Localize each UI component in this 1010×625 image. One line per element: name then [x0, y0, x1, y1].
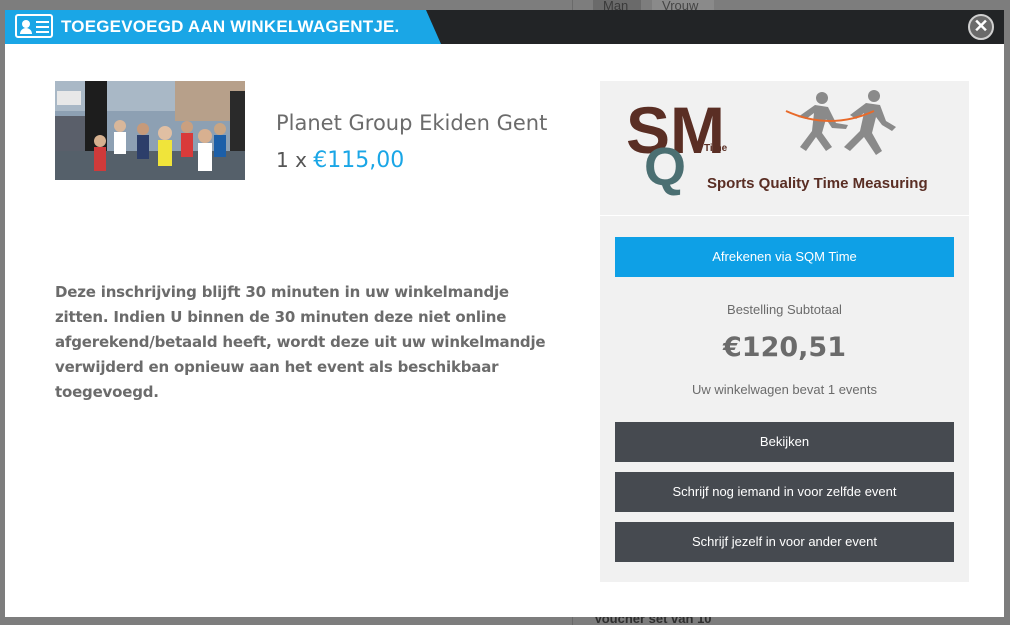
subtotal-label: Bestelling Subtotaal [727, 302, 842, 317]
checkout-button[interactable]: Afrekenen via SQM Time [615, 237, 954, 277]
register-same-event-button[interactable]: Schrijf nog iemand in voor zelfde event [615, 472, 954, 512]
event-price: €115,00 [313, 148, 405, 173]
event-image [55, 81, 245, 180]
close-button[interactable]: ✕ [968, 14, 994, 40]
event-name: Planet Group Ekiden Gent [276, 111, 548, 135]
view-cart-button[interactable]: Bekijken [615, 422, 954, 462]
runners-photo-icon [55, 81, 245, 180]
logo-letter-q: Q [644, 137, 686, 197]
register-other-event-button[interactable]: Schrijf jezelf in voor ander event [615, 522, 954, 562]
cart-added-modal: TOEGEVOEGD AAN WINKELWAGENTJE. ✕ Planet … [5, 10, 1004, 617]
logo-time-small: Time [704, 143, 728, 154]
reservation-notice: Deze inschrijving blijft 30 minuten in u… [55, 283, 546, 401]
event-quantity: 1 x [276, 148, 307, 172]
checkout-panel: S M Q Time Sports Quality Time Measuring… [600, 81, 969, 582]
sqm-logo-icon: S M Q Time Sports Quality Time Measuring [626, 90, 928, 197]
id-card-icon [15, 14, 53, 38]
sqm-logo: S M Q Time Sports Quality Time Measuring [600, 81, 969, 216]
runners-silhouette-icon [798, 90, 896, 155]
background-divider [572, 0, 573, 10]
modal-title-banner: TOEGEVOEGD AAN WINKELWAGENTJE. [5, 10, 441, 44]
cart-count: Uw winkelwagen bevat 1 events [692, 382, 877, 397]
subtotal-value: €120,51 [723, 332, 846, 363]
modal-header: TOEGEVOEGD AAN WINKELWAGENTJE. ✕ [5, 10, 1004, 44]
event-price-row: 1 x €115,00 [276, 148, 404, 173]
logo-tagline: Sports Quality Time Measuring [707, 175, 928, 192]
modal-title: TOEGEVOEGD AAN WINKELWAGENTJE. [61, 17, 400, 36]
background-divider-bottom [572, 617, 573, 625]
